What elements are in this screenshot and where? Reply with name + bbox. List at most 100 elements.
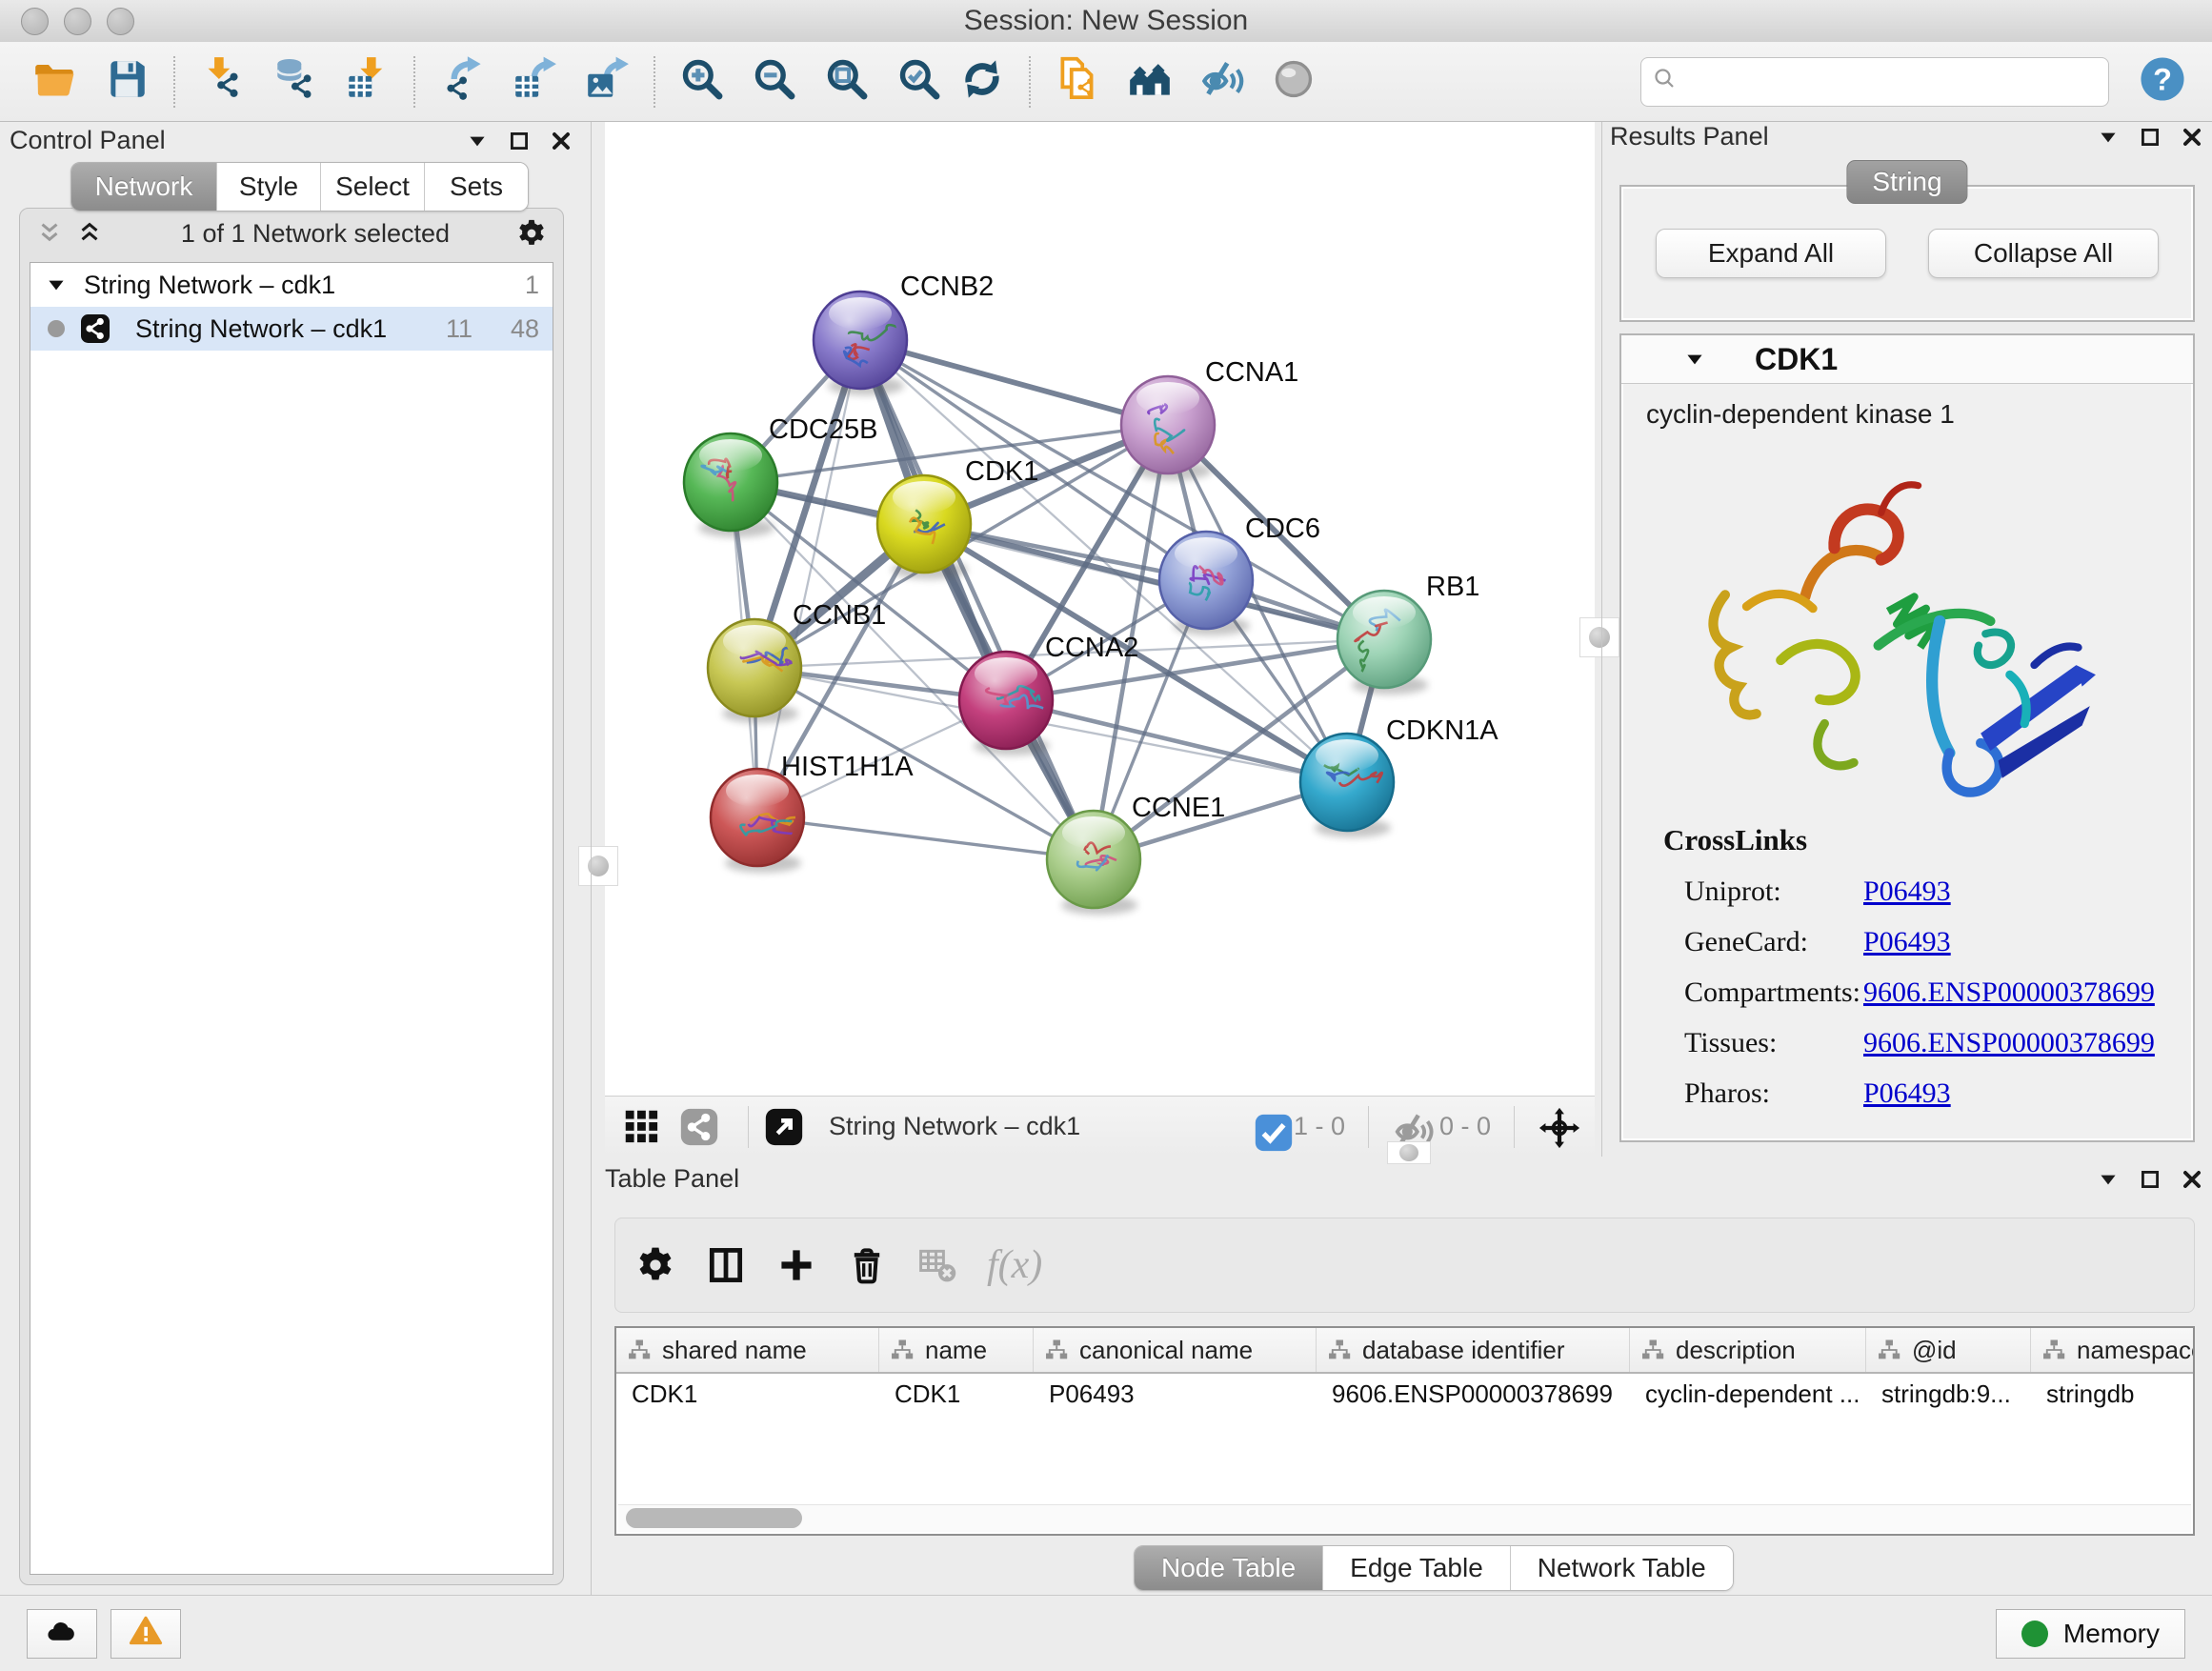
table-row[interactable]: CDK1CDK1P064939606.ENSP00000378699cyclin… xyxy=(616,1374,2193,1418)
add-column-icon[interactable] xyxy=(775,1244,817,1286)
network-node[interactable] xyxy=(711,769,809,873)
panel-float-icon[interactable] xyxy=(2138,125,2162,150)
network-edge[interactable] xyxy=(1006,700,1347,782)
table-cell: stringdb:9... xyxy=(1866,1374,2031,1418)
left-splitter-handle[interactable] xyxy=(578,846,618,886)
hidden-eye-slash-icon[interactable] xyxy=(1392,1108,1430,1146)
network-node[interactable] xyxy=(959,652,1053,755)
crosslink-link[interactable]: P06493 xyxy=(1863,876,1951,908)
expand-all-networks-icon[interactable] xyxy=(75,219,104,248)
panel-menu-icon[interactable] xyxy=(2096,125,2121,150)
network-node[interactable] xyxy=(814,292,907,395)
zoom-fit-button[interactable] xyxy=(815,50,878,113)
home-button[interactable] xyxy=(1118,50,1181,113)
selected-checkbox-icon[interactable] xyxy=(1252,1111,1284,1143)
window-minimize-button[interactable] xyxy=(64,8,91,35)
hide-unhide-button[interactable] xyxy=(1191,50,1254,113)
crosslink-link[interactable]: P06493 xyxy=(1863,926,1951,958)
panel-close-icon[interactable] xyxy=(549,129,573,153)
show-graphics-button[interactable] xyxy=(1263,50,1326,113)
panel-float-icon[interactable] xyxy=(2138,1167,2162,1192)
network-node[interactable] xyxy=(877,475,971,579)
export-table-button[interactable] xyxy=(503,50,566,113)
import-table-button[interactable] xyxy=(335,50,398,113)
network-share-icon[interactable] xyxy=(677,1105,721,1149)
network-edge[interactable] xyxy=(757,340,860,817)
node-section-name: CDK1 xyxy=(1755,342,1838,377)
import-database-button[interactable] xyxy=(263,50,326,113)
panel-menu-icon[interactable] xyxy=(2096,1167,2121,1192)
column-header-shared-name[interactable]: shared name xyxy=(616,1328,879,1372)
search-input[interactable] xyxy=(1679,66,2099,97)
tab-edge-table[interactable]: Edge Table xyxy=(1323,1546,1511,1590)
table-horizontal-scrollbar[interactable] xyxy=(618,1504,2191,1532)
collapse-all-button[interactable]: Collapse All xyxy=(1928,229,2159,278)
network-node[interactable] xyxy=(1121,376,1215,480)
collapse-all-networks-icon[interactable] xyxy=(35,219,64,248)
panel-close-icon[interactable] xyxy=(2180,125,2204,150)
column-header-name[interactable]: name xyxy=(879,1328,1034,1372)
tree-expander-icon[interactable] xyxy=(44,272,69,297)
birdseye-grid-icon[interactable] xyxy=(620,1105,664,1149)
crosslink-link[interactable]: P06493 xyxy=(1863,1077,1951,1110)
status-bar: Memory xyxy=(0,1595,2212,1671)
network-collection-row[interactable]: String Network – cdk1 1 xyxy=(30,263,553,307)
network-options-gear-icon[interactable] xyxy=(515,217,548,250)
table-options-gear-icon[interactable] xyxy=(634,1244,676,1286)
zoom-in-button[interactable] xyxy=(671,50,734,113)
search-box[interactable] xyxy=(1640,57,2109,107)
window-zoom-button[interactable] xyxy=(107,8,134,35)
tab-style[interactable]: Style xyxy=(217,163,321,211)
memory-button[interactable]: Memory xyxy=(1996,1609,2185,1659)
bottom-splitter-handle[interactable] xyxy=(1387,1141,1431,1164)
import-network-button[interactable] xyxy=(191,50,253,113)
delete-column-icon[interactable] xyxy=(846,1244,888,1286)
network-node[interactable] xyxy=(1159,532,1253,635)
column-header-database-identifier[interactable]: database identifier xyxy=(1317,1328,1630,1372)
export-network-button[interactable] xyxy=(431,50,493,113)
help-button[interactable]: ? xyxy=(2136,55,2189,109)
tab-string[interactable]: String xyxy=(1846,160,1967,204)
network-node[interactable] xyxy=(684,433,777,537)
panel-menu-icon[interactable] xyxy=(465,129,490,153)
column-header--id[interactable]: @id xyxy=(1866,1328,2031,1372)
scrollbar-thumb[interactable] xyxy=(626,1508,802,1528)
panel-close-icon[interactable] xyxy=(2180,1167,2204,1192)
zoom-selected-button[interactable] xyxy=(888,50,951,113)
save-session-button[interactable] xyxy=(95,50,158,113)
refresh-view-button[interactable] xyxy=(951,50,1014,113)
network-canvas[interactable]: CCNB2CCNA1CDC25BCDK1CDC6RB1CCNB1CCNA2CDK… xyxy=(605,122,1595,1096)
show-columns-icon[interactable] xyxy=(705,1244,747,1286)
tab-select[interactable]: Select xyxy=(321,163,425,211)
cloud-status-button[interactable] xyxy=(27,1609,97,1659)
pan-crosshair-icon[interactable] xyxy=(1538,1106,1579,1148)
export-image-button[interactable] xyxy=(575,50,638,113)
zoom-out-button[interactable] xyxy=(743,50,806,113)
network-node[interactable] xyxy=(1047,811,1140,915)
crosslink-link[interactable]: 9606.ENSP00000378699 xyxy=(1863,976,2155,1009)
network-edge[interactable] xyxy=(757,817,1094,859)
tab-network[interactable]: Network xyxy=(71,163,217,211)
open-in-new-window-icon[interactable] xyxy=(762,1105,806,1149)
column-header-canonical-name[interactable]: canonical name xyxy=(1034,1328,1317,1372)
tab-sets[interactable]: Sets xyxy=(425,163,528,211)
node-section-header[interactable]: CDK1 xyxy=(1621,335,2193,384)
tab-node-table[interactable]: Node Table xyxy=(1135,1546,1323,1590)
network-row[interactable]: String Network – cdk1 11 48 xyxy=(30,307,553,351)
network-node[interactable] xyxy=(1300,734,1394,837)
expand-all-button[interactable]: Expand All xyxy=(1656,229,1886,278)
panel-float-icon[interactable] xyxy=(507,129,532,153)
warnings-button[interactable] xyxy=(111,1609,181,1659)
column-header-description[interactable]: description xyxy=(1630,1328,1866,1372)
tab-network-table[interactable]: Network Table xyxy=(1511,1546,1733,1590)
clone-document-button[interactable] xyxy=(1046,50,1109,113)
column-header-namespace[interactable]: namespace xyxy=(2031,1328,2195,1372)
memory-label: Memory xyxy=(2063,1619,2160,1649)
network-node[interactable] xyxy=(1337,591,1431,695)
open-folder-button[interactable] xyxy=(23,50,86,113)
network-node[interactable] xyxy=(708,619,801,723)
crosslink-link[interactable]: 9606.ENSP00000378699 xyxy=(1863,1027,2155,1059)
window-close-button[interactable] xyxy=(21,8,49,35)
right-splitter-handle[interactable] xyxy=(1579,617,1619,657)
section-expander-icon[interactable] xyxy=(1682,347,1707,372)
